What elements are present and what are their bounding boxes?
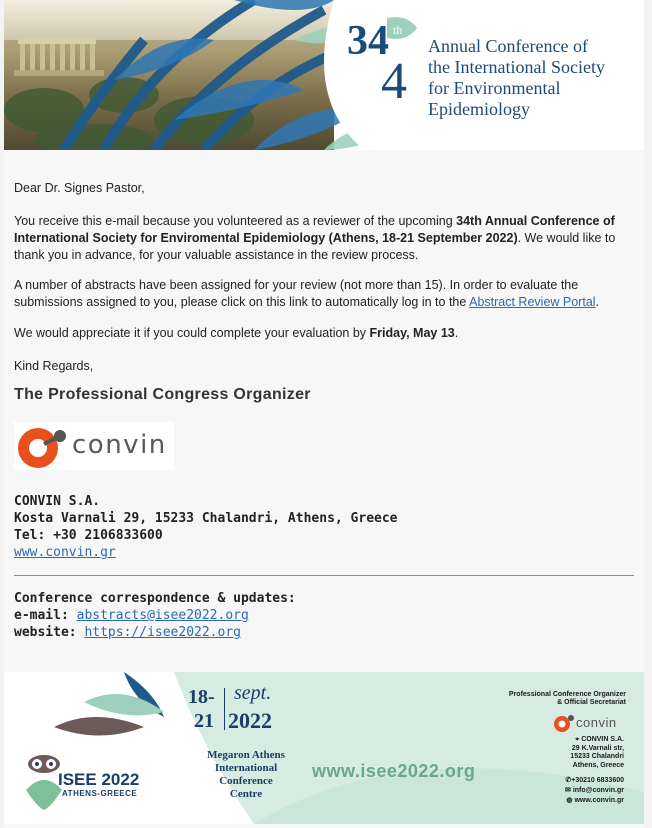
svg-text:th: th <box>393 23 402 37</box>
company-address: Kosta Varnali 29, 15233 Chalandri, Athen… <box>14 511 398 526</box>
company-name: CONVIN S.A. <box>14 494 101 509</box>
isee-name: ISEE 2022 <box>58 770 140 789</box>
date-start: 18- <box>188 686 215 708</box>
date-divider <box>224 688 225 730</box>
conference-number-logo: 34 th 4 <box>347 17 417 104</box>
footer-convin-word: convin <box>576 715 617 730</box>
venue: Megaron Athens International Conference … <box>207 749 285 800</box>
conference-title: Annual Conference of the International S… <box>428 36 605 119</box>
convin-logo: convin <box>14 422 174 470</box>
correspondence-heading: Conference correspondence & updates: <box>14 591 296 606</box>
date-year: 2022 <box>228 708 272 733</box>
closing: Kind Regards, <box>14 359 94 373</box>
isee-location: ATHENS-GREECE <box>62 789 138 798</box>
header-banner: 34 th 4 Annual Conference of the Interna… <box>4 0 644 150</box>
date-month: sept. <box>234 682 272 704</box>
footer-address: ⌖ CONVIN S.A. 29 K.Varnali str, 15233 Ch… <box>570 736 624 769</box>
date-end: 21 <box>194 710 214 732</box>
email-page: 34 th 4 Annual Conference of the Interna… <box>0 0 652 828</box>
abstract-review-portal-link[interactable]: Abstract Review Portal <box>469 295 595 309</box>
correspondence-block: Conference correspondence & updates: e-m… <box>14 591 296 640</box>
footer-contacts: ✆+30210 6833600 ✉ info@convin.gr ◍ www.c… <box>565 777 624 804</box>
company-website-link[interactable]: www.convin.gr <box>14 545 116 560</box>
abstracts-paragraph: A number of abstracts have been assigned… <box>14 278 600 309</box>
mail-icon: ✉ <box>565 787 571 794</box>
footer-url: www.isee2022.org <box>312 761 476 781</box>
convin-mark-icon <box>18 428 66 468</box>
deadline-paragraph: We would appreciate it if you could comp… <box>14 326 459 340</box>
globe-icon: ◍ <box>566 797 573 804</box>
organizer-title: The Professional Congress Organizer <box>14 386 311 403</box>
svg-text:4: 4 <box>381 53 407 104</box>
location-pin-icon: ⌖ <box>575 736 580 743</box>
divider <box>14 575 634 576</box>
conference-website-link[interactable]: https://isee2022.org <box>84 625 241 640</box>
contact-block: CONVIN S.A. Kosta Varnali 29, 15233 Chal… <box>14 493 398 561</box>
intro-paragraph: You receive this e-mail because you volu… <box>14 214 616 262</box>
footer-convin-mark-icon <box>554 715 574 732</box>
pco-label: Professional Conference Organizer & Offi… <box>508 691 626 706</box>
company-phone: Tel: +30 2106833600 <box>14 528 163 543</box>
greeting: Dear Dr. Signes Pastor, <box>14 181 145 195</box>
conference-email-link[interactable]: abstracts@isee2022.org <box>77 608 249 623</box>
